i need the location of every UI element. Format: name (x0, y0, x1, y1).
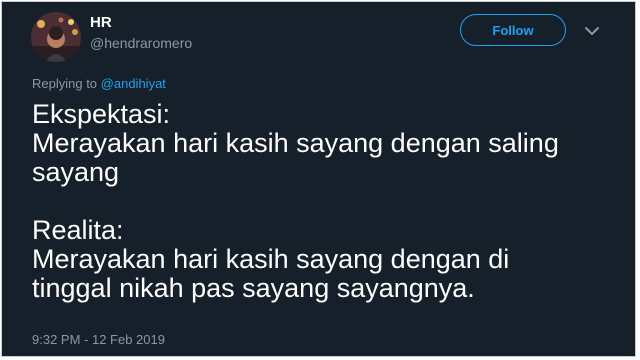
avatar[interactable] (31, 12, 81, 62)
tweet-line: sayang (32, 157, 120, 187)
tweet-line: Realita: (32, 215, 124, 245)
tweet-line: Ekspektasi: (32, 99, 171, 129)
tweet-line: Merayakan hari kasih sayang dengan salin… (32, 128, 559, 158)
avatar-image (31, 12, 81, 62)
reply-mention-link[interactable]: @andihiyat (101, 76, 166, 91)
follow-button[interactable]: Follow (460, 14, 566, 46)
tweet-line: tinggal nikah pas sayang sayangnya. (32, 273, 475, 303)
tweet-card: HR @hendraromero Follow Replying to @and… (1, 1, 636, 357)
tweet-timestamp[interactable]: 9:32 PM - 12 Feb 2019 (32, 332, 165, 347)
display-name[interactable]: HR (90, 14, 112, 31)
tweet-text: Ekspektasi: Merayakan hari kasih sayang … (32, 100, 612, 303)
chevron-down-icon[interactable] (582, 22, 602, 40)
reply-prefix: Replying to (32, 76, 98, 91)
reply-context: Replying to @andihiyat (32, 76, 166, 91)
tweet-line: Merayakan hari kasih sayang dengan di (32, 244, 510, 274)
user-handle[interactable]: @hendraromero (90, 35, 192, 51)
